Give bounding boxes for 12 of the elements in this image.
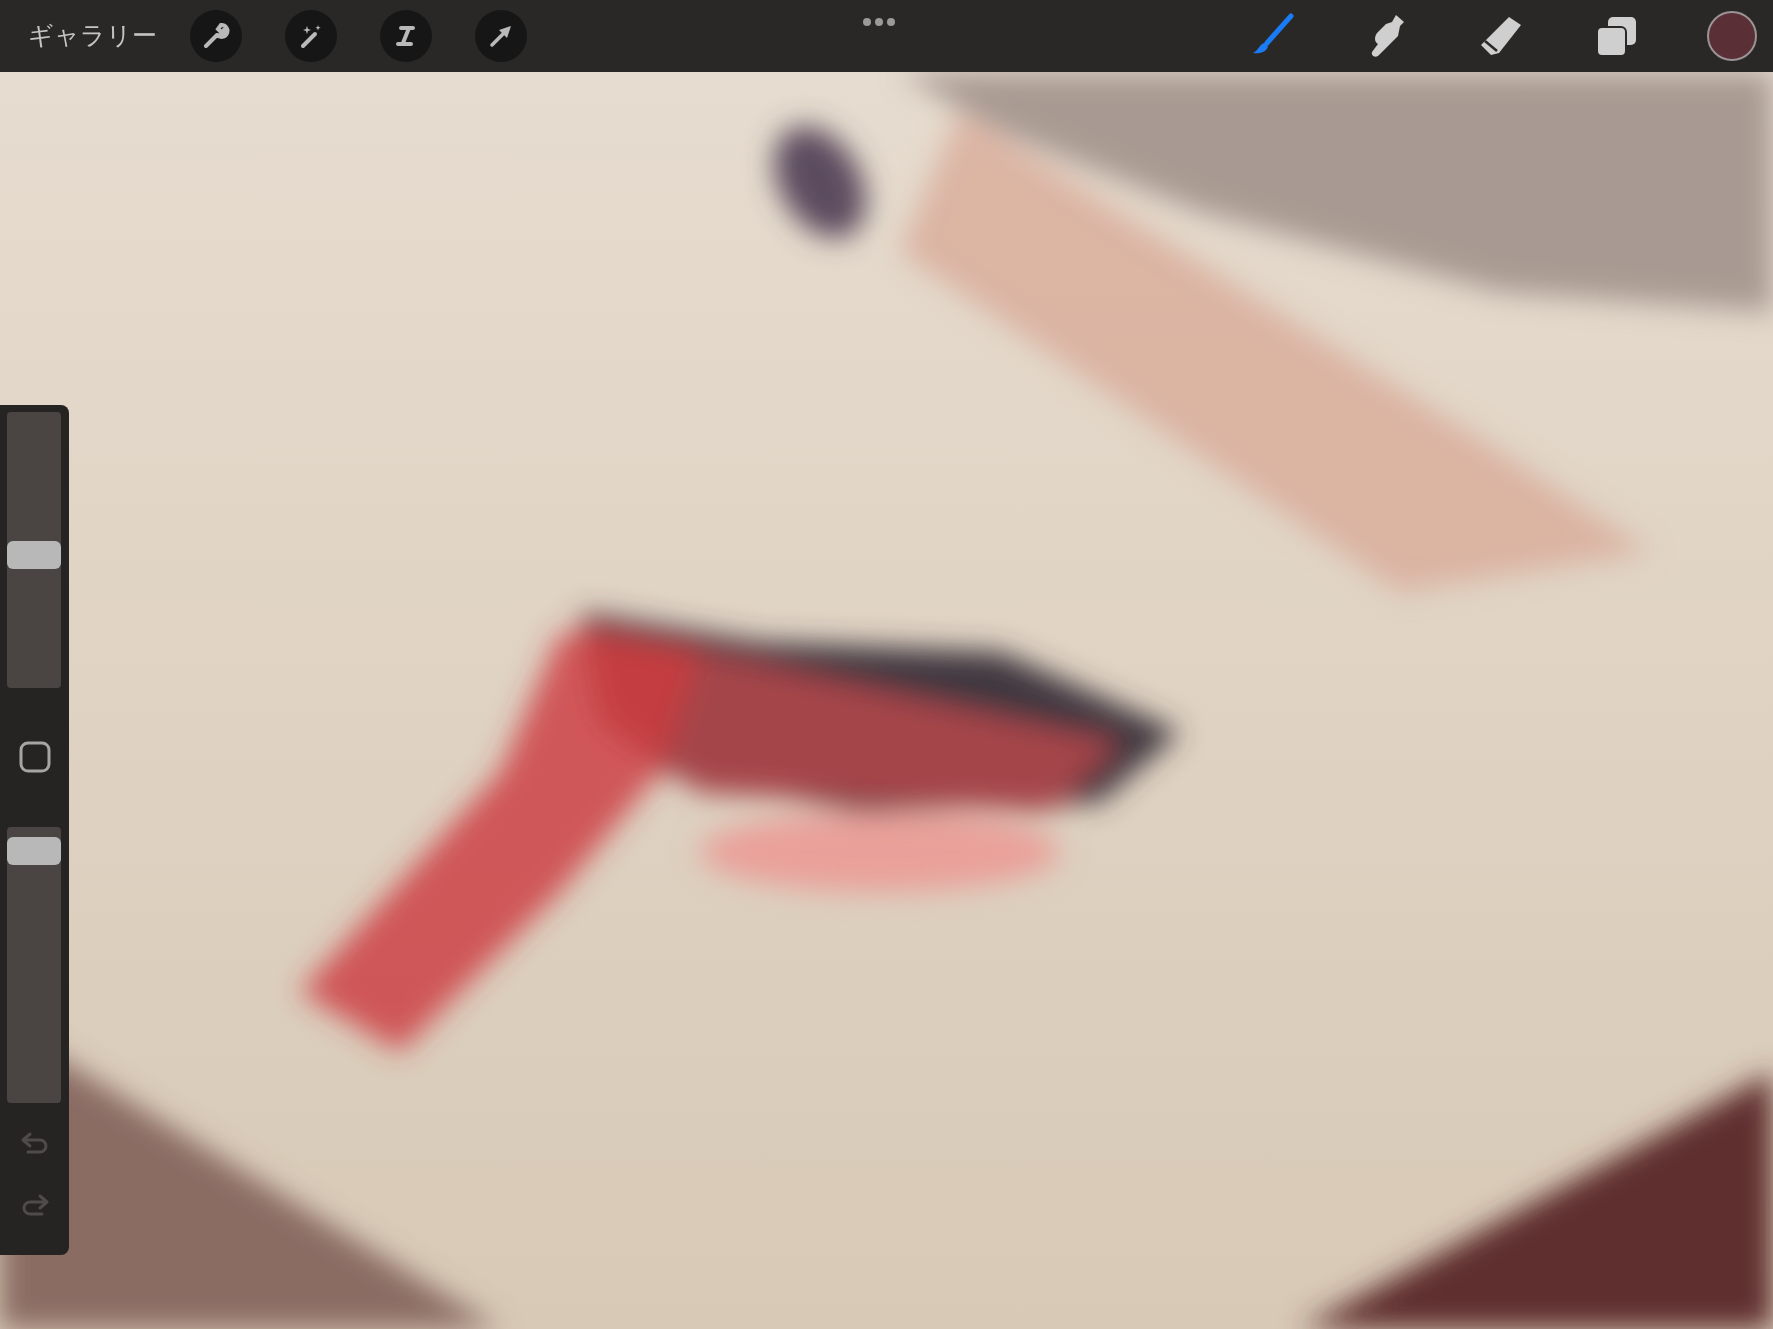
more-options-icon[interactable] bbox=[861, 16, 896, 27]
slider-thumb[interactable] bbox=[7, 540, 61, 569]
brush-size-slider[interactable] bbox=[7, 412, 61, 688]
wand-button[interactable] bbox=[285, 10, 337, 62]
gallery-link[interactable]: ギャラリー bbox=[0, 17, 157, 55]
slider-thumb[interactable] bbox=[7, 836, 61, 865]
layers-icon bbox=[1596, 15, 1638, 57]
color-swatch[interactable] bbox=[1707, 11, 1757, 61]
arrow-button[interactable] bbox=[475, 10, 527, 62]
selection-button[interactable] bbox=[380, 10, 432, 62]
opacity-slider[interactable] bbox=[7, 827, 61, 1103]
square-icon[interactable] bbox=[17, 740, 52, 774]
